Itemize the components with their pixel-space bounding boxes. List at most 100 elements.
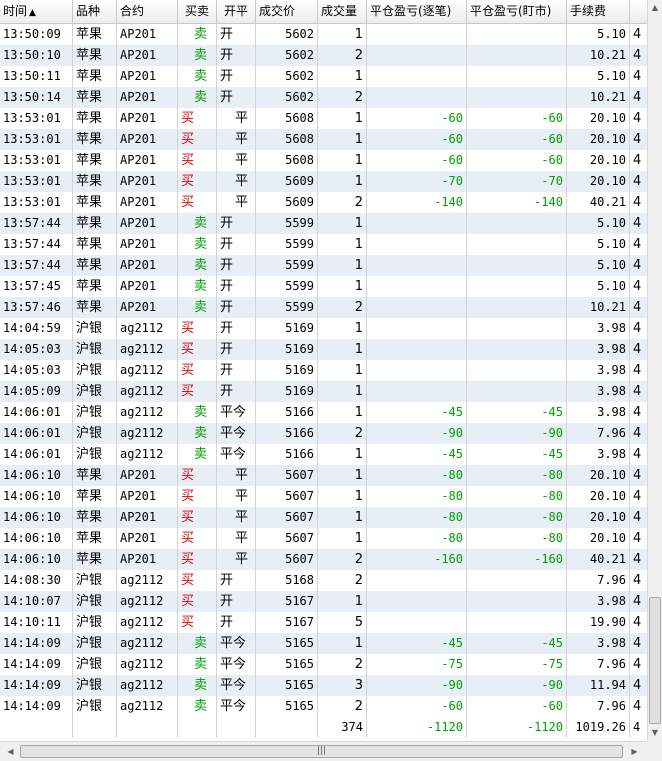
column-header-side[interactable]: 买卖 [178,0,217,23]
table-row[interactable]: 13:53:01 苹果 AP201 买平 5608 1 -60 -60 20.10 4 [0,150,647,171]
table-row[interactable]: 14:14:09 沪银 ag2112 卖平今 5165 2 -75 -75 7.96 4 [0,654,647,675]
cell-open-close: 开 [217,24,256,45]
table-row[interactable]: 13:50:09 苹果 AP201 卖开 5602 1 5.10 4 [0,24,647,45]
column-header-time[interactable]: 时间 ▲ [0,0,73,23]
table-row[interactable]: 14:06:01 沪银 ag2112 卖平今 5166 1 -45 -45 3.98 4 [0,444,647,465]
scroll-down-arrow-icon[interactable]: ▼ [648,725,662,740]
horizontal-scrollbar[interactable]: ◀ ||| ▶ [0,741,647,761]
cell-pnl-mtm [467,234,567,255]
cell-contract: ag2112 [117,444,178,465]
table-row[interactable]: 13:53:01 苹果 AP201 买平 5608 1 -60 -60 20.10 4 [0,108,647,129]
table-row[interactable]: 14:06:01 沪银 ag2112 卖平今 5166 1 -45 -45 3.98 4 [0,402,647,423]
table-row[interactable]: 14:10:11 沪银 ag2112 买开 5167 5 19.90 4 [0,612,647,633]
cell-fee: 10.21 [567,45,630,66]
table-row[interactable]: 13:57:46 苹果 AP201 卖开 5599 2 10.21 4 [0,297,647,318]
column-header-extra[interactable] [630,0,647,23]
table-row[interactable]: 14:05:09 沪银 ag2112 买开 5169 1 3.98 4 [0,381,647,402]
cell-fee: 3.98 [567,318,630,339]
cell-volume: 2 [318,45,367,66]
cell-side: 卖 [178,45,217,66]
cell-extra: 4 [633,489,642,504]
table-row[interactable]: 14:06:10 苹果 AP201 买平 5607 2 -160 -160 40.21 4 [0,549,647,570]
cell-pnl-trade [367,360,467,381]
cell-pnl-mtm [467,276,567,297]
cell-pnl-mtm: -45 [467,633,567,654]
cell-volume: 2 [318,87,367,108]
cell-volume: 1 [318,318,367,339]
cell-volume: 1 [318,360,367,381]
cell-pnl-mtm: -80 [467,486,567,507]
scroll-right-arrow-icon[interactable]: ▶ [627,744,642,759]
table-row[interactable]: 13:57:45 苹果 AP201 卖开 5599 1 5.10 4 [0,276,647,297]
column-header-pnl-mtm[interactable]: 平仓盈亏(盯市) [467,0,567,23]
cell-side: 买 [178,486,217,507]
column-header-contract[interactable]: 合约 [117,0,178,23]
table-row[interactable]: 14:04:59 沪银 ag2112 买开 5169 1 3.98 4 [0,318,647,339]
cell-price: 5169 [256,318,318,339]
cell-pnl-mtm [467,255,567,276]
column-header-fee[interactable]: 手续费 [567,0,630,23]
table-row[interactable]: 14:06:01 沪银 ag2112 卖平今 5166 2 -90 -90 7.96 4 [0,423,647,444]
cell-fee: 3.98 [567,591,630,612]
horizontal-scroll-thumb[interactable]: ||| [20,745,623,758]
vertical-scroll-thumb[interactable] [649,597,661,724]
cell-side: 买 [178,549,217,570]
table-row[interactable]: 13:53:01 苹果 AP201 买平 5609 2 -140 -140 40.21 4 [0,192,647,213]
table-row[interactable]: 13:50:10 苹果 AP201 卖开 5602 2 10.21 4 [0,45,647,66]
column-header-label: 开平 [223,4,248,18]
cell-price: 5608 [256,150,318,171]
cell-side: 买 [178,465,217,486]
table-row[interactable]: 13:57:44 苹果 AP201 卖开 5599 1 5.10 4 [0,234,647,255]
table-row[interactable]: 14:06:10 苹果 AP201 买平 5607 1 -80 -80 20.10 4 [0,507,647,528]
cell-open-close: 开 [217,360,256,381]
cell-pnl-mtm [467,570,567,591]
table-row[interactable]: 14:05:03 沪银 ag2112 买开 5169 1 3.98 4 [0,339,647,360]
cell-fee: 20.10 [567,171,630,192]
scroll-up-arrow-icon[interactable]: ▲ [648,0,662,15]
column-header-price[interactable]: 成交价 [256,0,318,23]
table-row[interactable]: 14:14:09 沪银 ag2112 卖平今 5165 2 -60 -60 7.96 4 [0,696,647,717]
cell-price: 5602 [256,66,318,87]
column-header-open-close[interactable]: 开平 [217,0,256,23]
cell-pnl-mtm [467,318,567,339]
cell-side: 卖 [178,87,217,108]
table-row[interactable]: 14:05:03 沪银 ag2112 买开 5169 1 3.98 4 [0,360,647,381]
cell-price: 5167 [256,591,318,612]
column-header-product[interactable]: 品种 [73,0,117,23]
table-row[interactable]: 14:06:10 苹果 AP201 买平 5607 1 -80 -80 20.10 4 [0,486,647,507]
table-row[interactable]: 13:50:11 苹果 AP201 卖开 5602 1 5.10 4 [0,66,647,87]
column-header-pnl-trade[interactable]: 平仓盈亏(逐笔) [367,0,467,23]
cell-time: 13:53:01 [0,108,73,129]
cell-pnl-mtm: -60 [467,129,567,150]
table-row[interactable]: 14:10:07 沪银 ag2112 买开 5167 1 3.98 4 [0,591,647,612]
cell-pnl-trade: -75 [367,654,467,675]
cell-open-close: 平 [217,192,256,213]
cell-open-close: 平 [217,129,256,150]
cell-open-close: 开 [217,213,256,234]
cell-contract: ag2112 [117,318,178,339]
table-row[interactable]: 13:57:44 苹果 AP201 卖开 5599 1 5.10 4 [0,255,647,276]
cell-pnl-mtm [467,381,567,402]
table-row[interactable]: 14:14:09 沪银 ag2112 卖平今 5165 3 -90 -90 11.94 4 [0,675,647,696]
cell-product: 沪银 [73,339,117,360]
cell-price: 5166 [256,444,318,465]
cell-fee: 11.94 [567,675,630,696]
table-row[interactable]: 13:57:44 苹果 AP201 卖开 5599 1 5.10 4 [0,213,647,234]
scrollbar-corner [647,741,662,761]
cell-volume: 1 [318,444,367,465]
table-row[interactable]: 14:08:30 沪银 ag2112 买开 5168 2 7.96 4 [0,570,647,591]
table-row[interactable]: 13:50:14 苹果 AP201 卖开 5602 2 10.21 4 [0,87,647,108]
cell-volume: 2 [318,570,367,591]
cell-product: 苹果 [73,507,117,528]
table-row[interactable]: 13:53:01 苹果 AP201 买平 5608 1 -60 -60 20.10 4 [0,129,647,150]
table-row[interactable]: 14:06:10 苹果 AP201 买平 5607 1 -80 -80 20.10 4 [0,528,647,549]
cell-fee: 20.10 [567,528,630,549]
table-row[interactable]: 14:06:10 苹果 AP201 买平 5607 1 -80 -80 20.10 4 [0,465,647,486]
scroll-left-arrow-icon[interactable]: ◀ [3,744,18,759]
cell-pnl-mtm: -80 [467,528,567,549]
table-row[interactable]: 14:14:09 沪银 ag2112 卖平今 5165 1 -45 -45 3.98 4 [0,633,647,654]
column-header-volume[interactable]: 成交量 [318,0,367,23]
vertical-scrollbar[interactable]: ▲ ▼ [647,0,662,741]
cell-volume: 1 [318,129,367,150]
table-row[interactable]: 13:53:01 苹果 AP201 买平 5609 1 -70 -70 20.10 4 [0,171,647,192]
